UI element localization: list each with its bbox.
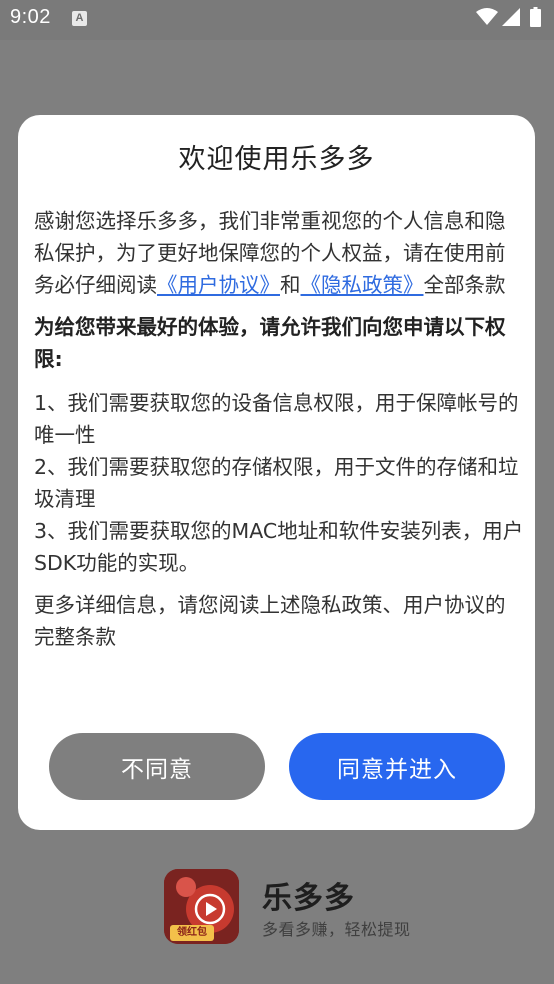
status-bar: 9:02 A bbox=[0, 0, 554, 40]
permission-list: 1、我们需要获取您的设备信息权限，用于保障帐号的唯一性 2、我们需要获取您的存储… bbox=[34, 387, 524, 579]
brand-slogan: 多看多赚，轻松提现 bbox=[262, 920, 411, 939]
privacy-policy-link[interactable]: 《隐私政策》 bbox=[301, 273, 424, 297]
logo-badge-text: 领红包 bbox=[177, 927, 207, 938]
battery-icon bbox=[530, 7, 541, 27]
permission-item: 3、我们需要获取您的MAC地址和软件安装列表，用户SDK功能的实现。 bbox=[34, 519, 524, 575]
dialog-body: 感谢您选择乐多多，我们非常重视您的个人信息和隐私保护，为了更好地保障您的个人权益… bbox=[34, 205, 524, 653]
dialog-title: 欢迎使用乐多多 bbox=[178, 144, 375, 175]
permission-heading: 为给您带来最好的体验，请允许我们向您申请以下权限: bbox=[34, 315, 506, 371]
signal-icon bbox=[502, 8, 520, 26]
intro-tail-text: 全部条款 bbox=[423, 273, 506, 297]
permission-item: 1、我们需要获取您的设备信息权限，用于保障帐号的唯一性 bbox=[34, 391, 519, 447]
app-logo-icon: 领红包 bbox=[164, 869, 239, 944]
disagree-button[interactable]: 不同意 bbox=[49, 733, 265, 800]
permission-item: 2、我们需要获取您的存储权限，用于文件的存储和垃圾清理 bbox=[34, 455, 519, 511]
status-time: 9:02 bbox=[10, 6, 51, 28]
privacy-dialog: 欢迎使用乐多多 感谢您选择乐多多，我们非常重视您的个人信息和隐私保护，为了更好地… bbox=[18, 115, 535, 830]
agree-button[interactable]: 同意并进入 bbox=[289, 733, 505, 800]
brand-name: 乐多多 bbox=[262, 881, 355, 916]
intro-paragraph: 感谢您选择乐多多，我们非常重视您的个人信息和隐私保护，为了更好地保障您的个人权益… bbox=[34, 205, 524, 301]
user-agreement-link[interactable]: 《用户协议》 bbox=[157, 273, 280, 297]
notification-a-icon: A bbox=[72, 11, 87, 26]
intro-and-text: 和 bbox=[280, 273, 301, 297]
wifi-icon bbox=[476, 8, 498, 25]
more-info-text: 更多详细信息，请您阅读上述隐私政策、用户协议的完整条款 bbox=[34, 593, 506, 649]
